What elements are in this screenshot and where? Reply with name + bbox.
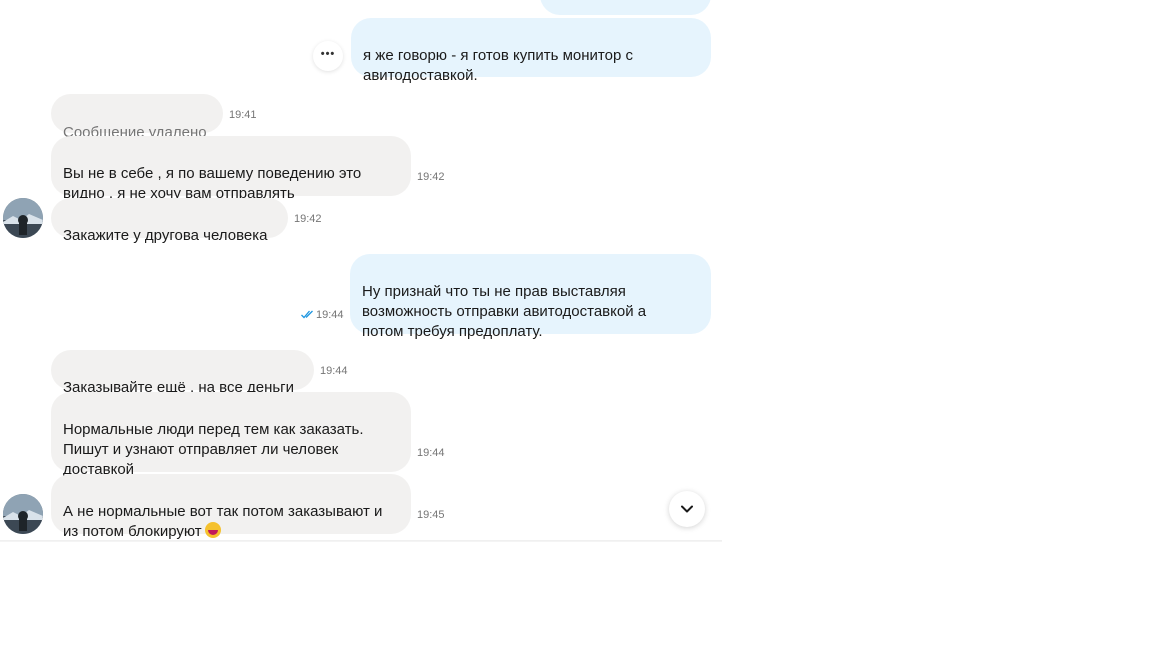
chevron-down-icon <box>681 505 693 513</box>
message-text: Ну признай что ты не прав выставляя возм… <box>362 283 647 340</box>
divider <box>0 540 722 542</box>
message-time: 19:44 <box>417 447 445 459</box>
message-bubble-outgoing[interactable]: я же говорю - я готов купить монитор с а… <box>351 18 711 84</box>
message-bubble-incoming[interactable]: Вы не в себе , я по вашему поведению это… <box>51 136 411 202</box>
message-bubble-deleted[interactable]: Сообщение удалено <box>51 94 223 141</box>
message-time: 19:42 <box>417 171 445 183</box>
message-more-button[interactable]: ••• <box>313 41 343 71</box>
scroll-to-bottom-button[interactable] <box>669 491 705 527</box>
message-time: 19:45 <box>417 509 445 521</box>
avatar-image <box>3 494 43 534</box>
message-bubble-incoming[interactable]: Нормальные люди перед тем как заказать. … <box>51 392 411 478</box>
message-text: Вы не в себе , я по вашему поведению это… <box>63 165 362 202</box>
avatar[interactable] <box>3 494 43 534</box>
message-bubble-outgoing[interactable]: Ну признай что ты не прав выставляя возм… <box>350 254 711 340</box>
message-time: 19:41 <box>229 109 257 121</box>
message-time: 19:44 <box>320 365 348 377</box>
message-text: А не нормальные вот так потом заказывают… <box>63 503 383 540</box>
message-bubble-incoming[interactable]: Заказывайте ещё , на все деньги <box>51 350 314 396</box>
avatar-image <box>3 198 43 238</box>
laughing-emoji-icon <box>204 522 221 538</box>
message-bubble-partial <box>540 0 711 15</box>
message-text: я же говорю - я готов купить монитор с а… <box>363 47 633 84</box>
message-time: 19:42 <box>294 213 322 225</box>
avatar[interactable] <box>3 198 43 238</box>
chat-message-list[interactable]: ••• я же говорю - я готов купить монитор… <box>0 0 722 542</box>
more-dots-icon: ••• <box>320 48 336 60</box>
message-text: Закажите у другова человека <box>63 227 268 244</box>
message-bubble-incoming[interactable]: А не нормальные вот так потом заказывают… <box>51 474 411 540</box>
message-bubble-incoming[interactable]: Закажите у другова человека <box>51 198 288 244</box>
double-check-icon <box>301 310 313 319</box>
message-time: 19:44 <box>316 309 344 321</box>
message-text: Нормальные люди перед тем как заказать. … <box>63 421 364 478</box>
